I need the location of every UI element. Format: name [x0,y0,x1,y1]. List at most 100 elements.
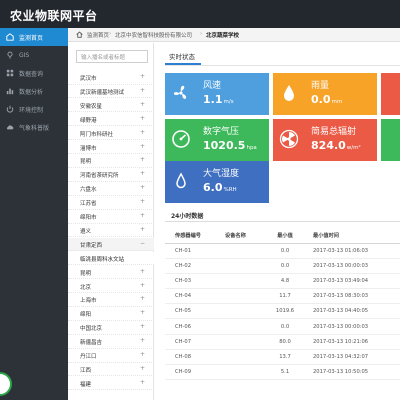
expand-icon[interactable]: + [140,351,145,358]
column-header[interactable]: 最小值 [265,229,305,244]
tab-realtime[interactable]: 实时状态 [169,51,195,61]
radiation-icon [279,129,299,149]
expand-icon[interactable]: + [140,170,145,177]
app-title: 农业物联网平台 [10,9,98,23]
sidebar-item-data-query[interactable]: 数据查询 [0,64,68,82]
breadcrumb-item-home[interactable]: 监测首页 [87,31,109,39]
tree-item-label: 江苏省 [80,201,97,208]
expand-icon[interactable]: + [140,379,145,386]
sidebar-item-weather[interactable]: 气象科普版 [0,118,68,136]
table-cell: CH-06 [165,318,225,335]
tree-item[interactable]: 福建 + [68,377,154,391]
sidebar-item-data-analysis[interactable]: 数据分析 [0,82,68,100]
tree-group[interactable]: 甘肃定西 − [68,237,154,252]
expand-icon[interactable]: + [140,268,145,275]
table-cell: CH-02 [165,258,225,274]
table-header-row: 传感器编号 设备名称 最小值 最小值时间 [165,229,400,244]
expand-icon[interactable]: + [140,129,145,136]
breadcrumb-item-company[interactable]: 北京中农信智科技股份有限公司 [115,31,192,39]
tree-item[interactable]: 昆明 + [68,154,154,168]
table-cell: CH-07 [165,334,225,350]
tree-item-label: 临洮县周科水文站 [80,256,125,263]
tree-item-label: 中国北京 [80,326,103,333]
expand-icon[interactable]: + [140,212,145,219]
card-humidity: 大气湿度 6.0%RH [165,161,269,203]
column-header[interactable]: 设备名称 [225,229,265,244]
tree-item-label: 安徽农星 [80,103,103,110]
sidebar-item-dashboard[interactable]: 监测首页 [0,28,68,46]
tree-item[interactable]: 武汉市 + [68,71,154,85]
tree-item[interactable]: 绵阳市 + [68,210,154,224]
table-cell: CH-01 [165,243,225,259]
table-cell: 1019.6 [265,303,305,320]
sidebar-item-env-control[interactable]: 环境控制 [0,100,68,118]
card-partial-right-2 [381,119,400,161]
expand-icon[interactable]: + [140,337,145,344]
radiation-number: 824.0 [311,139,346,152]
tree-item[interactable]: 六盘水 + [68,182,154,196]
tree-item[interactable]: 河南省茶研究所 + [68,168,154,182]
table-cell [225,334,265,350]
tree-item[interactable]: 江西 + [68,363,154,377]
tree-item[interactable]: 上海市 + [68,293,154,307]
tree-item[interactable]: 安徽农星 + [68,99,154,113]
tree-item[interactable]: 阿门市科研社 + [68,127,154,141]
tree-item[interactable]: 新疆昌吉 + [68,335,154,349]
expand-icon[interactable]: + [140,73,145,80]
table-cell: 2017-03-13 01:06:03 [305,243,400,259]
tree-item-label: 河南省茶研究所 [80,173,119,180]
expand-icon[interactable]: + [140,226,145,233]
humidity-icon [176,172,186,189]
tree-item-selected[interactable]: 临洮县周科水文站 [68,251,154,266]
tree-item[interactable]: 江苏省 + [68,196,154,210]
rainfall-number: 0.0 [311,93,331,106]
tree-item[interactable]: 北京 + [68,280,154,293]
tree-item[interactable]: 绿野港 + [68,113,154,127]
expand-icon[interactable]: + [140,87,145,94]
tree-item-label: 昆明 [80,159,92,166]
breadcrumb-item-school: 北京蔬菜学校 [206,33,240,39]
table-cell: 0.0 [265,318,305,335]
tree-item[interactable]: 淄博市 + [68,141,154,154]
tree-item[interactable]: 中国北京 + [68,321,154,335]
table-cell: 2017-03-13 04:40:05 [305,303,400,320]
expand-icon[interactable]: + [140,198,145,205]
gauge-icon [172,130,190,148]
tree-search-input[interactable]: 输入播名或者标题 [76,50,148,63]
top-header: 农业物联网平台 [0,0,400,28]
table-row: CH-08 13.7 2017-03-13 04:32:07 [165,349,400,366]
table-cell [225,258,265,274]
card-rainfall-label: 雨量 [311,81,330,91]
table-cell [225,318,265,335]
expand-icon[interactable]: + [140,295,145,302]
expand-icon[interactable]: + [140,365,145,372]
tree-item[interactable]: 武汉新疆基地测试 + [68,85,154,99]
expand-icon[interactable]: + [140,156,145,163]
tree-item[interactable]: 昆明 + [68,266,154,280]
wind-speed-unit: m/s [223,99,234,105]
sidebar-item-label: 气象科普版 [19,124,50,132]
fan-icon [173,85,187,99]
card-pressure: 数字气压 1020.5hpa [165,119,269,161]
sidebar-item-gis[interactable]: GIS [0,46,68,64]
table-row: CH-04 11.7 2017-03-13 08:30:03 [165,288,400,305]
tree-item[interactable]: 遵义 + [68,224,154,238]
sidebar-item-label: 数据分析 [19,88,44,96]
card-radiation: 简易总辐射 824.0w/m² [273,119,377,161]
collapse-icon[interactable]: − [140,240,145,247]
expand-icon[interactable]: + [140,101,145,108]
expand-icon[interactable]: + [140,309,145,316]
tree-item[interactable]: 绵阳 + [68,307,154,321]
column-header[interactable]: 传感器编号 [165,229,225,244]
sidebar: 监测首页 GIS 数据查询 数据分析 环境控制 气象科普版 [0,28,68,400]
expand-icon[interactable]: + [140,282,145,289]
tree-item[interactable]: 丹江口 + [68,349,154,363]
sidebar-item-label: GIS [19,51,30,59]
expand-icon[interactable]: + [140,323,145,330]
column-header[interactable]: 最小值时间 [305,229,400,244]
card-wind-speed-value: 1.1m/s [203,93,234,106]
expand-icon[interactable]: + [140,184,145,191]
expand-icon[interactable]: + [140,143,145,150]
tree-item-label: 武汉新疆基地测试 [80,89,125,96]
expand-icon[interactable]: + [140,115,145,122]
